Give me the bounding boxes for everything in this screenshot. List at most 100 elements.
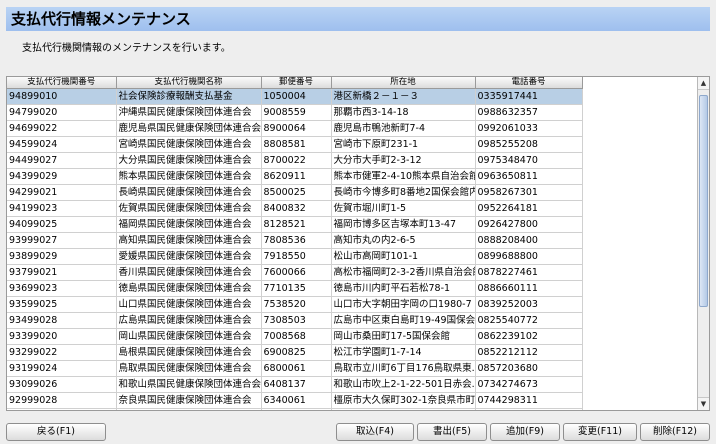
table-row[interactable]: 94299021 長崎県国民健康保険団体連合会 8500025 長崎市今博多町8番地2… [7, 184, 583, 201]
cell-address: 松江市学園町1-7-14 [331, 344, 476, 361]
cell-agency-name: 長崎県国民健康保険団体連合会 [116, 184, 262, 201]
cell-postal-code: 8808581 [261, 136, 332, 153]
cell-postal-code: 8128521 [261, 216, 332, 233]
cell-agency-number: 92999028 [7, 392, 117, 409]
table-row[interactable]: 94599024 宮崎県国民健康保険団体連合会 8808581 宮崎市下原町231-1… [7, 136, 583, 153]
table-row[interactable]: 94499027 大分県国民健康保険団体連合会 8700022 大分市大手町2-3-1… [7, 152, 583, 169]
table-row[interactable]: 94099025 福岡県国民健康保険団体連合会 8128521 福岡市博多区吉塚本町1… [7, 216, 583, 233]
cell-phone: 0886660111 [475, 280, 583, 297]
cell-agency-number: 93499028 [7, 312, 117, 329]
table-row[interactable]: 92999028 奈良県国民健康保険団体連合会 6340061 橿原市大久保町302-… [7, 392, 583, 409]
cell-phone: 0926427800 [475, 216, 583, 233]
cell-phone: 0963650811 [475, 168, 583, 185]
cell-agency-number: 93199024 [7, 360, 117, 377]
column-header-agency-name[interactable]: 支払代行機関名称 [116, 77, 262, 89]
import-button[interactable]: 取込(F4) [336, 423, 414, 441]
cell-address: 鹿児島市鴨池新町7-4 [331, 120, 476, 137]
chevron-up-icon[interactable]: ▲ [698, 77, 709, 90]
table-row[interactable]: 93299022 島根県国民健康保険団体連合会 6900825 松江市学園町1-7-1… [7, 344, 583, 361]
cell-phone: 0975348470 [475, 152, 583, 169]
cell-agency-number: 93099026 [7, 376, 117, 393]
cell-agency-name: 鳥取県国民健康保険団体連合会 [116, 360, 262, 377]
column-header-postal-code[interactable]: 郵便番号 [261, 77, 332, 89]
table-row[interactable]: 93599025 山口県国民健康保険団体連合会 7538520 山口市大字朝田字岡の口… [7, 296, 583, 313]
cell-phone: 0878227461 [475, 264, 583, 281]
cell-phone: 0958267301 [475, 184, 583, 201]
column-header-phone[interactable]: 電話番号 [475, 77, 583, 89]
cell-postal-code: 7600066 [261, 264, 332, 281]
cell-agency-name: 奈良県国民健康保険団体連合会 [116, 392, 262, 409]
cell-phone: 0783325601 [475, 408, 583, 410]
cell-address: 熊本市健軍2-4-10熊本県自治会館 [331, 168, 476, 185]
table-header-row: 支払代行機関番号 支払代行機関名称 郵便番号 所在地 電話番号 [7, 77, 583, 89]
cell-agency-name: 大分県国民健康保険団体連合会 [116, 152, 262, 169]
cell-address: 那覇市西3-14-18 [331, 104, 476, 121]
cell-agency-number: 94599024 [7, 136, 117, 153]
cell-address: 宮崎市下原町231-1 [331, 136, 476, 153]
table-row[interactable]: 93699023 徳島県国民健康保険団体連合会 7710135 徳島市川内町平石若松7… [7, 280, 583, 297]
cell-postal-code: 6900825 [261, 344, 332, 361]
export-button[interactable]: 書出(F5) [417, 423, 487, 441]
cell-postal-code: 7538520 [261, 296, 332, 313]
change-button[interactable]: 変更(F11) [563, 423, 637, 441]
cell-agency-number: 94199023 [7, 200, 117, 217]
cell-address: 鳥取市立川町6丁目176鳥取県東... [331, 360, 476, 377]
table-row[interactable]: 93999027 高知県国民健康保険団体連合会 7808536 高知市丸の内2-6-5… [7, 232, 583, 249]
cell-agency-number: 94699022 [7, 120, 117, 137]
cell-phone: 0952264181 [475, 200, 583, 217]
table-row[interactable]: 94699022 鹿児島県国民健康保険団体連合会 8900064 鹿児島市鴨池新町7-… [7, 120, 583, 137]
cell-address: 広島市中区東白島町19-49国保会館 [331, 312, 476, 329]
cell-agency-number: 93399020 [7, 328, 117, 345]
add-button[interactable]: 追加(F9) [490, 423, 560, 441]
cell-postal-code: 6500021 [261, 408, 332, 410]
delete-button[interactable]: 削除(F12) [640, 423, 710, 441]
cell-phone: 0825540772 [475, 312, 583, 329]
table-row[interactable]: 94899010 社会保険診療報酬支払基金 1050004 港区新橋２－１－３ 0335… [7, 88, 583, 105]
cell-postal-code: 7808536 [261, 232, 332, 249]
column-header-agency-number[interactable]: 支払代行機関番号 [7, 77, 117, 89]
cell-agency-number: 93999027 [7, 232, 117, 249]
cell-phone: 0744298311 [475, 392, 583, 409]
table-row[interactable]: 94399029 熊本県国民健康保険団体連合会 8620911 熊本市健軍2-4-10… [7, 168, 583, 185]
cell-agency-number: 94099025 [7, 216, 117, 233]
agency-table[interactable]: 支払代行機関番号 支払代行機関名称 郵便番号 所在地 電話番号 94899010… [6, 76, 710, 411]
cell-address: 高知市丸の内2-6-5 [331, 232, 476, 249]
cell-agency-name: 福岡県国民健康保険団体連合会 [116, 216, 262, 233]
cell-postal-code: 7008568 [261, 328, 332, 345]
cell-address: 橿原市大久保町302-1奈良県市町... [331, 392, 476, 409]
cell-agency-name: 香川県国民健康保険団体連合会 [116, 264, 262, 281]
scrollbar-thumb[interactable] [699, 95, 708, 307]
cell-postal-code: 7710135 [261, 280, 332, 297]
cell-postal-code: 9008559 [261, 104, 332, 121]
table-row[interactable]: 93499028 広島県国民健康保険団体連合会 7308503 広島市中区東白島町19… [7, 312, 583, 329]
cell-agency-name: 広島県国民健康保険団体連合会 [116, 312, 262, 329]
cell-address: 福岡市博多区吉塚本町13-47 [331, 216, 476, 233]
cell-phone: 0888208400 [475, 232, 583, 249]
cell-phone: 0852212112 [475, 344, 583, 361]
cell-agency-number: 94899010 [7, 88, 117, 105]
cell-address: 和歌山市吹上2-1-22-501日赤会... [331, 376, 476, 393]
cell-postal-code: 8900064 [261, 120, 332, 137]
table-row[interactable]: 93799021 香川県国民健康保険団体連合会 7600066 高松市福岡町2-3-2… [7, 264, 583, 281]
table-row[interactable]: 93899029 愛媛県国民健康保険団体連合会 7918550 松山市高岡町101-1… [7, 248, 583, 265]
table-row[interactable]: 93199024 鳥取県国民健康保険団体連合会 6800061 鳥取市立川町6丁目17… [7, 360, 583, 377]
table-row[interactable]: 94199023 佐賀県国民健康保険団体連合会 8400832 佐賀市堀川町1-5 09… [7, 200, 583, 217]
table-row[interactable]: 94799020 沖縄県国民健康保険団体連合会 9008559 那覇市西3-14-18… [7, 104, 583, 121]
chevron-down-icon[interactable]: ▼ [698, 397, 709, 410]
cell-address: 徳島市川内町平石若松78-1 [331, 280, 476, 297]
vertical-scrollbar[interactable]: ▲ ▼ [697, 77, 709, 410]
cell-phone: 0988632357 [475, 104, 583, 121]
table-row[interactable]: 93099026 和歌山県国民健康保険団体連合会 6408137 和歌山市吹上2-1-… [7, 376, 583, 393]
cell-postal-code: 6408137 [261, 376, 332, 393]
column-header-address[interactable]: 所在地 [331, 77, 476, 89]
agency-grid: 支払代行機関番号 支払代行機関名称 郵便番号 所在地 電話番号 94899010… [7, 77, 583, 410]
cell-phone: 0335917441 [475, 88, 583, 105]
cell-postal-code: 8700022 [261, 152, 332, 169]
table-row[interactable]: 92899020兵庫県国民健康保険団体連合会6500021神戸市中央区三宮町1-… [7, 408, 583, 410]
cell-postal-code: 8400832 [261, 200, 332, 217]
cell-agency-number: 93699023 [7, 280, 117, 297]
table-row[interactable]: 93399020 岡山県国民健康保険団体連合会 7008568 岡山市桑田町17-5国… [7, 328, 583, 345]
back-button[interactable]: 戻る(F1) [6, 423, 106, 441]
cell-agency-number: 93799021 [7, 264, 117, 281]
cell-address: 岡山市桑田町17-5国保会館 [331, 328, 476, 345]
